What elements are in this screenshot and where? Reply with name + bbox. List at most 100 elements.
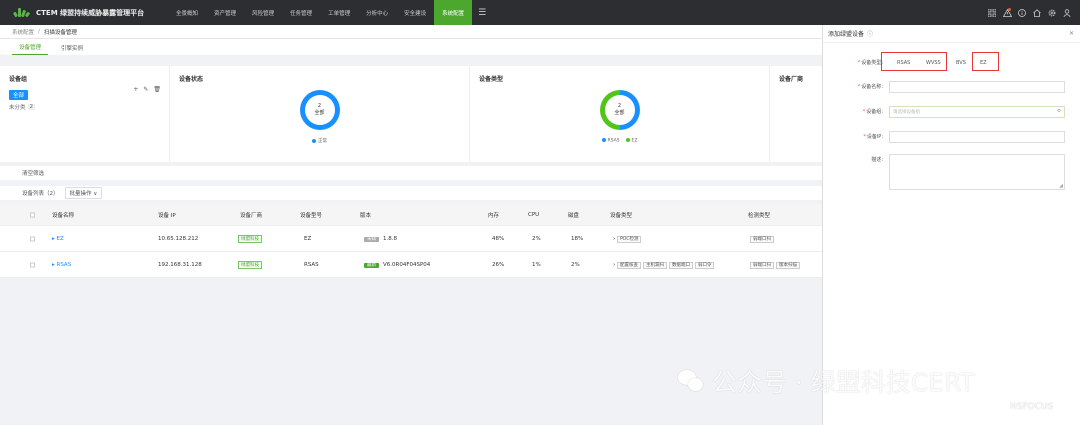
device-ip-row: *设备IP: [823,131,1080,143]
group-all-item[interactable]: 全部 [9,90,29,100]
legend-item-rsas: RSAS [601,138,620,144]
version-cell: 未知 1.8.8 [364,236,397,242]
version-status-tag: 最新 [364,262,379,268]
watermark: 公众号 · 绿盟科技CERT [678,363,975,399]
description-label: 描述: [871,157,883,163]
device-model: RSAS [304,261,319,268]
device-ip: 192.168.31.128 [158,261,202,268]
wechat-icon [678,370,704,392]
home-icon[interactable] [1032,8,1042,18]
type-option-bvs[interactable]: BVS [956,57,966,69]
col-memory: 内存 [488,212,500,219]
version-status-tag: 未知 [364,236,379,242]
app-title: CTEM 绿盟持续威胁暴露管理平台 [36,8,145,17]
col-vendor: 设备厂商 [240,212,263,219]
device-name-link[interactable]: ▸ RSAS [52,262,71,268]
device-ip-input[interactable] [889,131,1065,143]
device-list-title: 设备列表（2） [22,191,59,197]
check-type-tags: 弱端口扫 [750,235,776,243]
description-textarea[interactable]: ◢ [889,154,1065,190]
help-icon[interactable]: ⓘ [867,29,873,38]
group-uncategorized-label: 未分类 [9,105,26,111]
vendor-tag: 绿盟科技 [238,260,262,269]
type-legend: RSAS EZ [470,138,769,144]
app-logo[interactable]: CTEM 绿盟持续威胁暴露管理平台 [0,8,168,18]
delete-icon[interactable]: 🗑 [153,86,161,93]
watermark-sub: NSFOCUS [1010,402,1054,412]
device-name-link[interactable]: ▸ EZ [52,236,64,242]
table-row[interactable]: ▸ EZ 10.65.128.212 绿盟科技 EZ 未知 1.8.8 48% 2… [0,226,822,252]
device-ip-label: *设备IP: [863,134,883,140]
device-name-label: *设备名称: [857,84,883,90]
breadcrumb-separator: / [38,28,40,35]
disk-usage: 18% [571,235,584,242]
status-donut-value: 2 [317,103,322,109]
col-device-type: 设备类型 [610,212,633,219]
memory-usage: 26% [492,261,505,268]
drawer-header: 添加绿盟设备 ⓘ [823,25,1080,43]
group-tools: + ✎ 🗑 [133,86,161,93]
device-group-select[interactable]: 请选择设备组 ⚙ [889,106,1065,118]
stats-panels: 设备组 + ✎ 🗑 全部 未分类 2 设备状态 2 全部 正常 设备类型 2 全… [0,66,822,162]
device-table: 设备名称 设备 IP 设备厂商 设备型号 版本 内存 CPU 磁盘 设备类型 检… [0,204,822,278]
clear-filter-button[interactable]: 清空筛选 [22,169,44,177]
user-icon[interactable] [1062,8,1072,18]
group-uncategorized-item[interactable]: 未分类 2 [9,103,160,111]
col-version: 版本 [360,212,372,219]
legend-item-normal: 正常 [312,138,327,144]
device-type-tags: › POC检测 [613,235,643,243]
vendor-tag: 绿盟科技 [238,234,262,243]
resize-handle-icon[interactable]: ◢ [1059,183,1063,189]
device-type-tag: 主机漏扫 [642,261,667,269]
logo-icon [12,8,31,18]
nav-item-assets[interactable]: 资产管理 [206,0,244,25]
device-group-row: *设备组: 请选择设备组 ⚙ [823,106,1080,118]
nav-item-tickets[interactable]: 工单管理 [320,0,358,25]
tab-bar: 设备管理 引擎实例 [0,39,822,55]
watermark-text: 公众号 · 绿盟科技CERT [712,368,975,397]
table-row[interactable]: ▸ RSAS 192.168.31.128 绿盟科技 RSAS 最新 V6.0R0… [0,252,822,278]
device-type-tag: 数据端口 [668,261,693,269]
breadcrumb-parent[interactable]: 系统配置 [12,28,34,36]
info-icon[interactable] [1017,8,1027,18]
select-all-checkbox[interactable] [30,212,35,217]
check-type-tag: 版本扫描 [776,261,800,269]
close-icon[interactable]: ✕ [1069,30,1074,37]
col-cpu: CPU [528,211,540,218]
row-checkbox[interactable] [30,262,35,267]
alert-icon[interactable] [1002,7,1012,18]
col-device-ip: 设备 IP [158,212,176,219]
version-text: 1.8.8 [383,235,397,242]
nav-item-system-config[interactable]: 系统配置 [434,0,473,25]
highlight-box-ez [972,52,999,71]
col-check-type: 检测类型 [748,212,771,219]
add-icon[interactable]: + [133,86,138,93]
notification-dot [1008,7,1011,11]
device-type-tags: › 配置核查 主机漏扫 数据端口 弱口令 [613,261,716,269]
batch-operation-dropdown[interactable]: 批量操作 ∨ [64,187,103,199]
device-group-panel: 设备组 + ✎ 🗑 全部 未分类 2 [0,66,170,162]
menu-icon[interactable]: ☰ [474,8,490,18]
description-row: 描述: ◢ [823,154,1080,190]
gear-icon[interactable] [1047,8,1057,18]
type-donut-label: 全部 [614,110,625,116]
row-checkbox[interactable] [30,236,35,241]
nav-item-risk[interactable]: 风险管理 [244,0,282,25]
grid-icon[interactable] [987,8,997,18]
nav-item-analysis[interactable]: 分析中心 [358,0,396,25]
nav-item-overview[interactable]: 全景概知 [168,0,206,25]
device-group-title: 设备组 [9,76,28,83]
edit-icon[interactable]: ✎ [143,86,148,93]
device-type-row: *设备类型: RSAS WVSS BVS EZ [823,52,1080,71]
nav-item-security-build[interactable]: 安全建设 [396,0,434,25]
legend-item-ez: EZ [625,138,637,144]
device-status-panel: 设备状态 2 全部 正常 [170,66,470,162]
filter-bar: 清空筛选 [0,166,822,180]
nav-item-tasks[interactable]: 任务管理 [282,0,320,25]
device-status-title: 设备状态 [179,76,204,83]
breadcrumb-current: 扫描设备管理 [43,29,77,36]
tab-engine-instances[interactable]: 引擎实例 [54,44,90,55]
check-type-tag: 弱端口扫 [750,235,774,243]
device-name-input[interactable] [889,81,1065,93]
tab-device-management[interactable]: 设备管理 [12,43,49,55]
